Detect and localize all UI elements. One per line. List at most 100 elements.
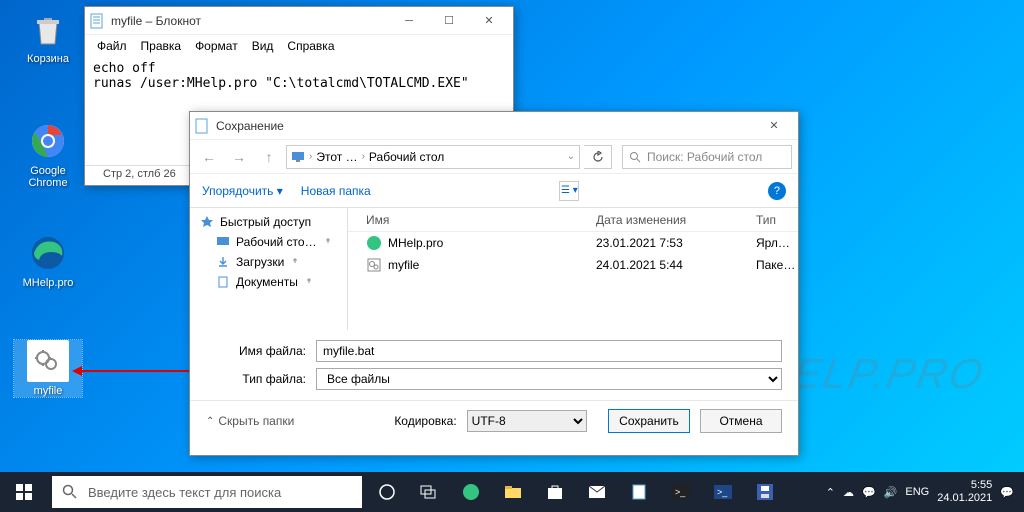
sidebar: Быстрый доступ Рабочий сто… Загрузки Док… [190, 208, 348, 330]
savedlg-titlebar[interactable]: Сохранение ✕ [190, 112, 798, 140]
search-placeholder: Введите здесь текст для поиска [88, 485, 281, 500]
bottom-row: ⌃ Скрыть папки Кодировка: UTF-8 Сохранит… [190, 400, 798, 441]
notepad-menubar: Файл Правка Формат Вид Справка [85, 35, 513, 57]
search-icon [629, 151, 641, 163]
nav-row: ← → ↑ › Этот … › Рабочий стол ⌄ Поиск: Р… [190, 140, 798, 174]
column-date[interactable]: Дата изменения [596, 213, 756, 227]
pin-icon [290, 257, 300, 267]
help-icon[interactable]: ? [768, 182, 786, 200]
pin-icon [323, 237, 333, 247]
organize-button[interactable]: Упорядочить ▾ [202, 184, 283, 198]
recycle-bin-icon [29, 10, 67, 48]
powershell-icon[interactable]: >_ [702, 472, 744, 512]
encoding-select[interactable]: UTF-8 [467, 410, 587, 432]
batch-icon [366, 257, 382, 273]
star-icon [200, 215, 214, 229]
explorer-icon[interactable] [492, 472, 534, 512]
cancel-button[interactable]: Отмена [700, 409, 782, 433]
desktop-icon-chrome[interactable]: Google Chrome [14, 120, 82, 189]
desktop-icon-mhelp[interactable]: MHelp.pro [14, 232, 82, 289]
notepad-task-icon[interactable] [618, 472, 660, 512]
sidebar-item-documents[interactable]: Документы [190, 272, 347, 292]
column-type[interactable]: Тип [756, 213, 798, 227]
status-cursor: Стр 2, стлб 26 [93, 168, 186, 183]
bc-folder[interactable]: Рабочий стол [369, 150, 444, 164]
toolbar-row: Упорядочить ▾ Новая папка ☰ ▾ ? [190, 174, 798, 208]
file-row[interactable]: MHelp.pro 23.01.2021 7:53 Ярл… [348, 232, 798, 254]
refresh-icon [592, 151, 604, 163]
svg-text:>_: >_ [717, 487, 728, 497]
menu-edit[interactable]: Правка [135, 37, 188, 55]
icon-label: MHelp.pro [14, 277, 82, 289]
pc-icon [291, 150, 305, 164]
notification-icon[interactable]: 💬 [862, 486, 876, 499]
tray-chevron-icon[interactable]: ⌃ [826, 486, 835, 499]
windows-icon [16, 484, 32, 500]
back-button[interactable]: ← [196, 144, 222, 170]
taskbar: Введите здесь текст для поиска >_ >_ ⌃ ☁… [0, 472, 1024, 512]
forward-button[interactable]: → [226, 144, 252, 170]
pin-icon [304, 277, 314, 287]
up-button[interactable]: ↑ [256, 144, 282, 170]
icon-label: Корзина [14, 53, 82, 65]
maximize-button[interactable]: ☐ [429, 8, 469, 34]
icon-label: Google Chrome [14, 165, 82, 189]
document-icon [216, 275, 230, 289]
cortana-icon[interactable] [366, 472, 408, 512]
shortcut-icon [366, 235, 382, 251]
hide-folders-toggle[interactable]: ⌃ Скрыть папки [206, 414, 294, 428]
save-disk-icon[interactable] [744, 472, 786, 512]
clock[interactable]: 5:55 24.01.2021 [937, 479, 992, 505]
volume-icon[interactable]: 🔊 [884, 486, 898, 499]
refresh-button[interactable] [584, 145, 612, 169]
column-name[interactable]: Имя [366, 213, 596, 227]
filename-input[interactable] [316, 340, 782, 362]
icon-label: myfile [14, 385, 82, 397]
view-details-button[interactable]: ☰ ▾ [559, 181, 579, 201]
bc-root[interactable]: Этот … [316, 150, 357, 164]
notepad-titlebar[interactable]: myfile – Блокнот ─ ☐ ✕ [85, 7, 513, 35]
batch-file-icon [33, 346, 63, 376]
language-indicator[interactable]: ENG [905, 486, 929, 498]
new-folder-button[interactable]: Новая папка [301, 184, 371, 198]
menu-view[interactable]: Вид [246, 37, 280, 55]
desktop-icon [216, 235, 230, 249]
search-input[interactable]: Поиск: Рабочий стол [622, 145, 792, 169]
menu-help[interactable]: Справка [281, 37, 340, 55]
task-view-icon[interactable] [408, 472, 450, 512]
save-button[interactable]: Сохранить [608, 409, 690, 433]
close-button[interactable]: ✕ [469, 8, 509, 34]
edge-icon[interactable] [450, 472, 492, 512]
menu-file[interactable]: Файл [91, 37, 133, 55]
notepad-icon [194, 118, 210, 134]
save-dialog: Сохранение ✕ ← → ↑ › Этот … › Рабочий ст… [189, 111, 799, 456]
search-icon [62, 484, 78, 500]
download-icon [216, 255, 230, 269]
notepad-icon [89, 13, 105, 29]
onedrive-icon[interactable]: ☁ [843, 486, 854, 499]
inputs-area: Имя файла: Тип файла: Все файлы [190, 330, 798, 400]
filetype-select[interactable]: Все файлы [316, 368, 782, 390]
desktop: Корзина Google Chrome MHelp.pro myfile m… [0, 0, 1024, 472]
filetype-label: Тип файла: [206, 372, 316, 386]
minimize-button[interactable]: ─ [389, 8, 429, 34]
file-header: Имя Дата изменения Тип [348, 208, 798, 232]
encoding-label: Кодировка: [394, 414, 456, 428]
notepad-content[interactable]: echo off runas /user:MHelp.pro "C:\total… [85, 57, 513, 95]
breadcrumb[interactable]: › Этот … › Рабочий стол ⌄ [286, 145, 580, 169]
sidebar-item-quick-access[interactable]: Быстрый доступ [190, 212, 347, 232]
savedlg-title: Сохранение [216, 119, 754, 133]
mail-icon[interactable] [576, 472, 618, 512]
file-row[interactable]: myfile 24.01.2021 5:44 Паке… [348, 254, 798, 276]
menu-format[interactable]: Формат [189, 37, 244, 55]
cmd-icon[interactable]: >_ [660, 472, 702, 512]
start-button[interactable] [0, 472, 48, 512]
store-icon[interactable] [534, 472, 576, 512]
desktop-icon-recycle-bin[interactable]: Корзина [14, 8, 82, 65]
taskbar-search[interactable]: Введите здесь текст для поиска [52, 476, 362, 508]
sidebar-item-desktop[interactable]: Рабочий сто… [190, 232, 347, 252]
sidebar-item-downloads[interactable]: Загрузки [190, 252, 347, 272]
action-center-icon[interactable]: 💬 [1000, 486, 1014, 499]
close-button[interactable]: ✕ [754, 113, 794, 139]
notepad-title: myfile – Блокнот [111, 14, 389, 28]
